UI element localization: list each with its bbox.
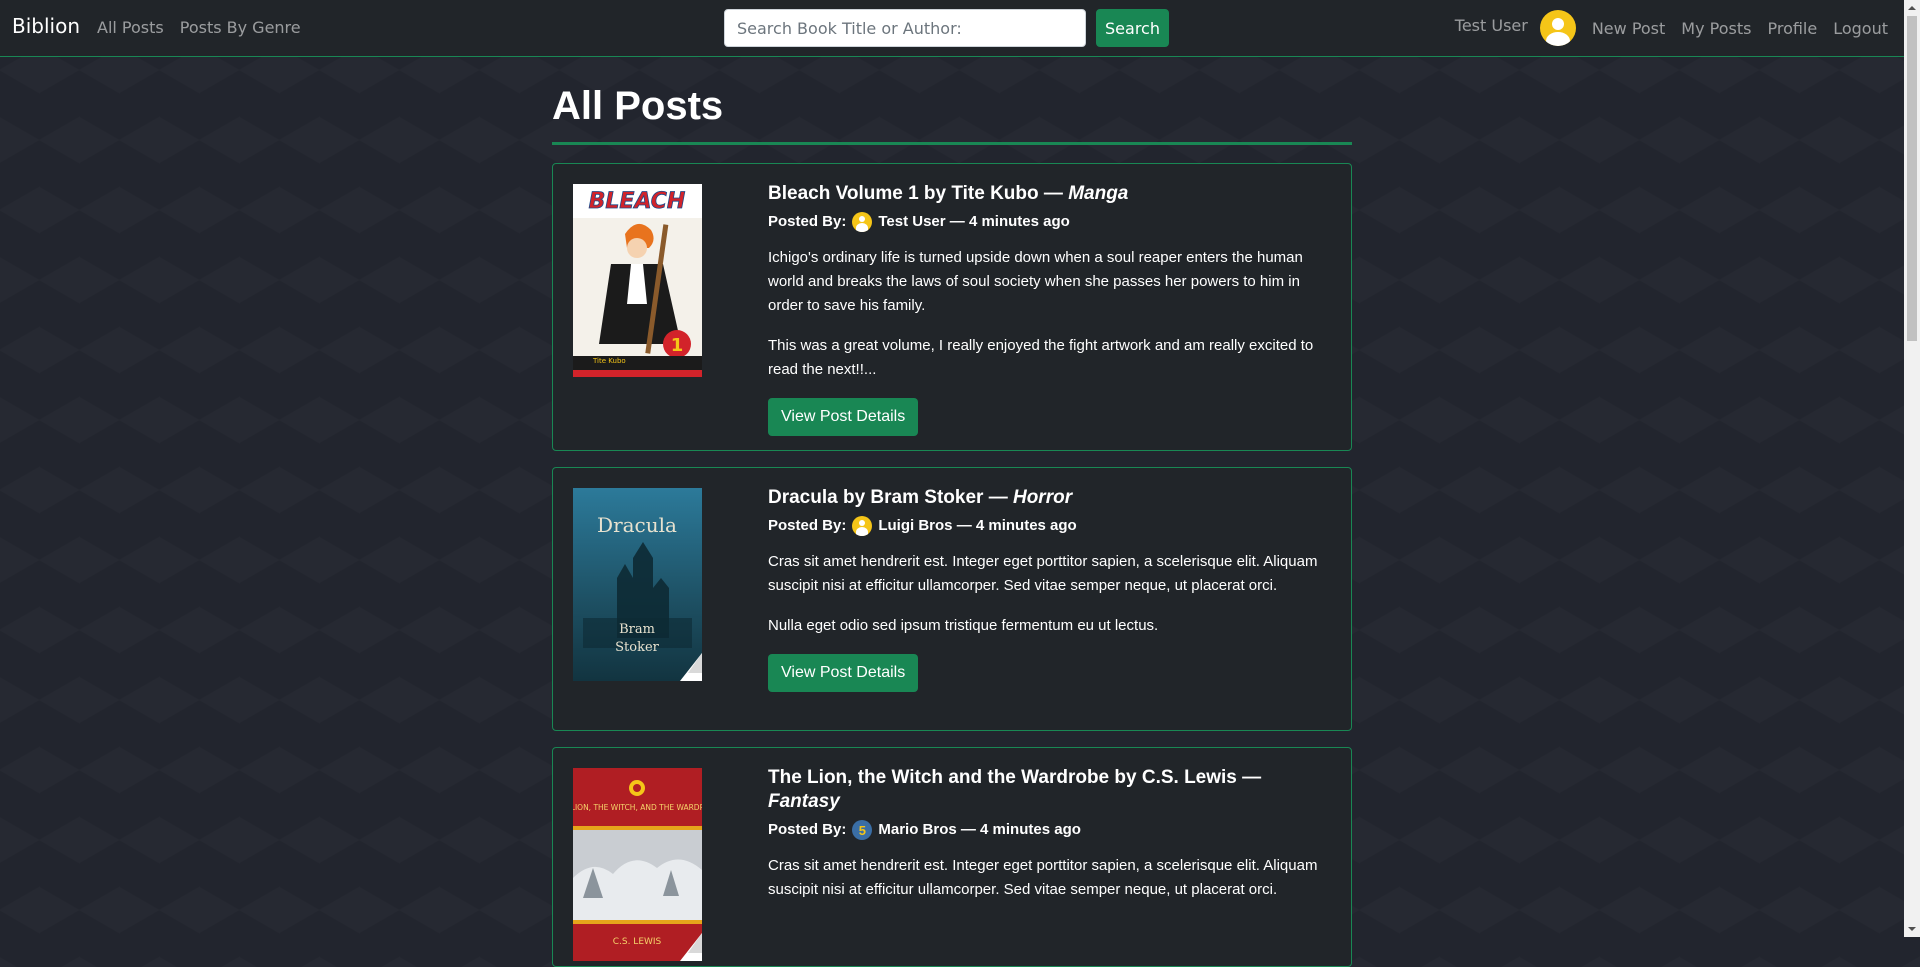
book-cover-image[interactable]: THE LION, THE WITCH, AND THE WARDROBE C.… [573, 768, 702, 961]
cover-author-text-1: Bram [619, 622, 655, 637]
post-genre: Horror [1012, 487, 1073, 508]
search-button[interactable]: Search [1096, 9, 1169, 47]
author-avatar-badge-icon: 5 [852, 820, 873, 840]
post-meta: Posted By: Test User — 4 minutes ago [768, 212, 1338, 232]
post-meta: Posted By: 5 Mario Bros — 4 minutes ago [768, 820, 1338, 840]
page-title: All Posts [552, 84, 724, 128]
cover-author-text: Tite Kubo [592, 357, 626, 365]
nav-profile[interactable]: Profile [1767, 19, 1817, 38]
post-title-text: Bleach Volume 1 by Tite Kubo — [768, 183, 1069, 204]
post-author: Mario Bros — 4 minutes ago [878, 821, 1081, 838]
svg-text:BLEACH: BLEACH [589, 189, 686, 214]
post-title-text: Dracula by Bram Stoker — [768, 487, 1013, 508]
post-title-text: The Lion, the Witch and the Wardrobe by … [768, 767, 1262, 788]
post-card: THE LION, THE WITCH, AND THE WARDROBE C.… [552, 747, 1352, 967]
author-avatar-icon [852, 516, 873, 536]
post-title[interactable]: Dracula by Bram Stoker — Horror [768, 486, 1338, 510]
post-content: Dracula by Bram Stoker — Horror Posted B… [768, 486, 1338, 692]
author-avatar-icon [852, 212, 873, 232]
post-description: Cras sit amet hendrerit est. Integer ege… [768, 553, 1318, 594]
book-cover-image[interactable]: Dracula Bram Stoker [573, 488, 702, 681]
post-meta: Posted By: Luigi Bros — 4 minutes ago [768, 516, 1338, 536]
scrollbar-thumb[interactable] [1907, 16, 1917, 341]
nav-left: All Posts Posts By Genre [97, 18, 301, 37]
svg-text:1: 1 [671, 335, 684, 356]
main-content: All Posts BLEACH 1 Tite Kubo Bleach Volu… [552, 56, 1352, 967]
post-description: Cras sit amet hendrerit est. Integer ege… [768, 857, 1318, 898]
nav-logout[interactable]: Logout [1833, 19, 1888, 38]
post-review: Nulla eget odio sed ipsum tristique ferm… [768, 617, 1159, 634]
cover-title-text: THE LION, THE WITCH, AND THE WARDROBE [573, 803, 702, 812]
posted-by-label: Posted By: [768, 517, 847, 534]
view-post-details-button[interactable]: View Post Details [768, 654, 919, 692]
book-cover-image[interactable]: BLEACH 1 Tite Kubo [573, 184, 702, 377]
current-user-name: Test User [1454, 15, 1528, 35]
post-title[interactable]: Bleach Volume 1 by Tite Kubo — Manga [768, 182, 1338, 206]
view-post-details-button[interactable]: View Post Details [768, 398, 919, 436]
scroll-down-arrow-icon[interactable] [1904, 921, 1920, 937]
avatar-badge-number: 5 [858, 823, 866, 838]
post-card: Dracula Bram Stoker Dracula by Bram Stok… [552, 467, 1352, 731]
cover-author-text-2: Stoker [615, 640, 660, 655]
post-description: Ichigo's ordinary life is turned upside … [768, 249, 1303, 314]
post-content: Bleach Volume 1 by Tite Kubo — Manga Pos… [768, 182, 1338, 436]
user-avatar-icon [1539, 10, 1576, 46]
nav-right: Test User New Post My Posts Profile Logo… [1455, 9, 1888, 47]
navbar: Biblion All Posts Posts By Genre Search … [0, 0, 1904, 57]
brand-link[interactable]: Biblion [12, 14, 80, 38]
cover-author-text: C.S. LEWIS [613, 937, 662, 947]
posted-by-label: Posted By: [768, 213, 847, 230]
post-card: BLEACH 1 Tite Kubo Bleach Volume 1 by Ti… [552, 163, 1352, 451]
cover-title-text: Dracula [597, 513, 677, 537]
post-review: This was a great volume, I really enjoye… [768, 337, 1314, 378]
nav-posts-by-genre[interactable]: Posts By Genre [180, 18, 301, 37]
posted-by-label: Posted By: [768, 821, 847, 838]
search-input[interactable] [724, 9, 1086, 47]
nav-new-post[interactable]: New Post [1592, 19, 1665, 38]
scroll-up-arrow-icon[interactable] [1904, 0, 1920, 16]
nav-my-posts[interactable]: My Posts [1681, 19, 1751, 38]
nav-all-posts[interactable]: All Posts [97, 18, 164, 37]
post-genre: Manga [1068, 183, 1129, 204]
post-title[interactable]: The Lion, the Witch and the Wardrobe by … [768, 766, 1338, 814]
post-author: Luigi Bros — 4 minutes ago [878, 517, 1077, 534]
post-author: Test User — 4 minutes ago [878, 213, 1070, 230]
page-scrollbar[interactable] [1904, 0, 1920, 937]
post-genre: Fantasy [768, 791, 840, 812]
post-content: The Lion, the Witch and the Wardrobe by … [768, 766, 1338, 902]
title-divider [552, 142, 1352, 145]
